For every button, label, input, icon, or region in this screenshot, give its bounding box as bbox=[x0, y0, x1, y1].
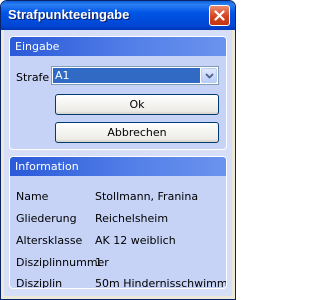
info-value: Reichelsheim bbox=[95, 212, 169, 225]
strafe-selected-value: A1 bbox=[53, 68, 200, 83]
info-row-gliederung: Gliederung Reichelsheim bbox=[10, 212, 226, 226]
info-value: 50m Hindernisschwimmen bbox=[95, 277, 227, 289]
info-label: Disziplin bbox=[16, 277, 63, 289]
chevron-down-icon bbox=[205, 73, 214, 79]
eingabe-header: Eingabe bbox=[10, 37, 226, 56]
info-row-disziplinnummer: Disziplinnummer 1 bbox=[10, 256, 226, 270]
dialog-window: Strafpunkteeingabe Eingabe Strafe A1 Ok … bbox=[0, 0, 236, 300]
info-label: Name bbox=[16, 190, 49, 203]
information-group: Information Name Stollmann, Franina Glie… bbox=[9, 156, 227, 289]
ok-button[interactable]: Ok bbox=[55, 94, 219, 115]
cancel-button[interactable]: Abbrechen bbox=[55, 122, 219, 143]
info-value: Stollmann, Franina bbox=[95, 190, 199, 203]
info-row-name: Name Stollmann, Franina bbox=[10, 190, 226, 204]
dialog-client-area: Eingabe Strafe A1 Ok Abbrechen Informati… bbox=[4, 30, 232, 296]
window-title: Strafpunkteeingabe bbox=[8, 7, 130, 22]
info-label: Gliederung bbox=[16, 212, 77, 225]
close-button[interactable] bbox=[209, 5, 230, 26]
title-bar[interactable]: Strafpunkteeingabe bbox=[1, 1, 235, 30]
info-value: AK 12 weiblich bbox=[95, 234, 176, 247]
info-value: 1 bbox=[95, 256, 102, 269]
dropdown-button[interactable] bbox=[201, 68, 217, 83]
strafe-label: Strafe bbox=[16, 71, 50, 84]
information-header: Information bbox=[10, 157, 226, 176]
strafe-dropdown[interactable]: A1 bbox=[51, 66, 219, 85]
eingabe-group: Eingabe Strafe A1 Ok Abbrechen bbox=[9, 36, 227, 150]
info-row-altersklasse: Altersklasse AK 12 weiblich bbox=[10, 234, 226, 248]
info-label: Altersklasse bbox=[16, 234, 83, 247]
close-icon bbox=[214, 10, 225, 21]
info-row-disziplin: Disziplin 50m Hindernisschwimmen bbox=[10, 277, 227, 289]
